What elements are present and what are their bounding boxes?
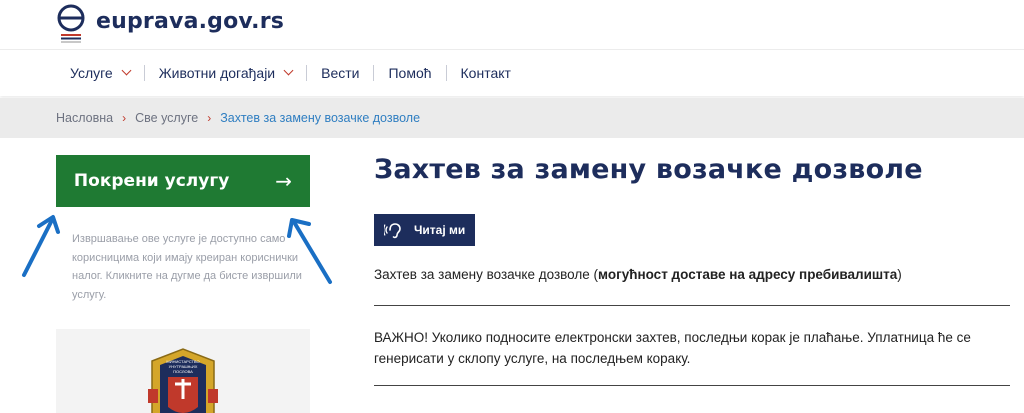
breadcrumb-chevron-icon: › xyxy=(122,111,127,125)
nav-item-label: Услуге xyxy=(70,65,113,81)
annotation-arrow-left-icon xyxy=(22,215,60,277)
arrow-right-icon: → xyxy=(275,169,293,193)
main-nav: Услуге Животни догађаји Вести Помоћ Конт… xyxy=(0,50,1024,96)
nav-item-label: Вести xyxy=(321,65,360,81)
nav-divider xyxy=(143,65,145,81)
nav-item-life-events[interactable]: Животни догађаји xyxy=(158,65,294,81)
login-required-note: Извршавање ове услуге је доступно само к… xyxy=(72,233,302,301)
divider xyxy=(374,305,1010,306)
nav-item-label: Животни догађаји xyxy=(158,65,276,81)
breadcrumb-home[interactable]: Насловна xyxy=(56,111,113,125)
breadcrumb: Насловна › Све услуге › Захтев за замену… xyxy=(0,98,1024,138)
breadcrumb-current: Захтев за замену возачке дозволе xyxy=(220,111,421,125)
nav-item-contact[interactable]: Контакт xyxy=(461,65,511,81)
ministry-emblem-card: МИНИСТАРСТВО УНУТРАШЊИХ ПОСЛОВА xyxy=(56,329,310,413)
nav-item-label: Помоћ xyxy=(388,65,432,81)
page-title: Захтев за замену возачке дозволе xyxy=(374,154,923,185)
description-bold-text: могућност доставе на адресу пребивалишта xyxy=(598,267,898,282)
logo-text: euprava.gov.rs xyxy=(96,8,285,34)
divider xyxy=(374,385,1010,386)
nav-divider xyxy=(306,65,308,81)
nav-item-help[interactable]: Помоћ xyxy=(388,65,431,81)
start-service-button[interactable]: Покрени услугу → xyxy=(56,155,310,207)
speaker-ear-icon xyxy=(384,223,401,239)
logo-e-icon xyxy=(56,2,88,44)
nav-divider xyxy=(373,65,375,81)
description-text: Захтев за замену возачке дозволе ( xyxy=(374,267,599,282)
read-aloud-label: Читај ми xyxy=(414,223,466,237)
chevron-down-icon xyxy=(283,65,294,76)
description-suffix: ) xyxy=(897,267,902,282)
read-aloud-button[interactable]: Читај ми xyxy=(374,214,475,246)
breadcrumb-chevron-icon: › xyxy=(207,111,212,125)
page: euprava.gov.rs Услуге Животни догађаји В… xyxy=(0,0,1024,413)
nav-item-label: Контакт xyxy=(460,65,511,81)
service-description: Захтев за замену возачке дозволе (могућн… xyxy=(374,267,1014,282)
site-logo[interactable]: euprava.gov.rs xyxy=(56,2,284,44)
start-service-label: Покрени услугу xyxy=(73,171,230,191)
top-bar: euprava.gov.rs xyxy=(0,0,1024,50)
nav-item-services[interactable]: Услуге xyxy=(70,65,132,81)
important-notice: ВАЖНО! Уколико подносите електронски зах… xyxy=(374,330,971,366)
emblem-text: МИНИСТАРСТВО УНУТРАШЊИХ ПОСЛОВА xyxy=(166,359,200,374)
chevron-down-icon xyxy=(121,65,132,76)
nav-item-news[interactable]: Вести xyxy=(321,65,359,81)
breadcrumb-all-services[interactable]: Све услуге xyxy=(135,111,198,125)
nav-divider xyxy=(445,65,447,81)
